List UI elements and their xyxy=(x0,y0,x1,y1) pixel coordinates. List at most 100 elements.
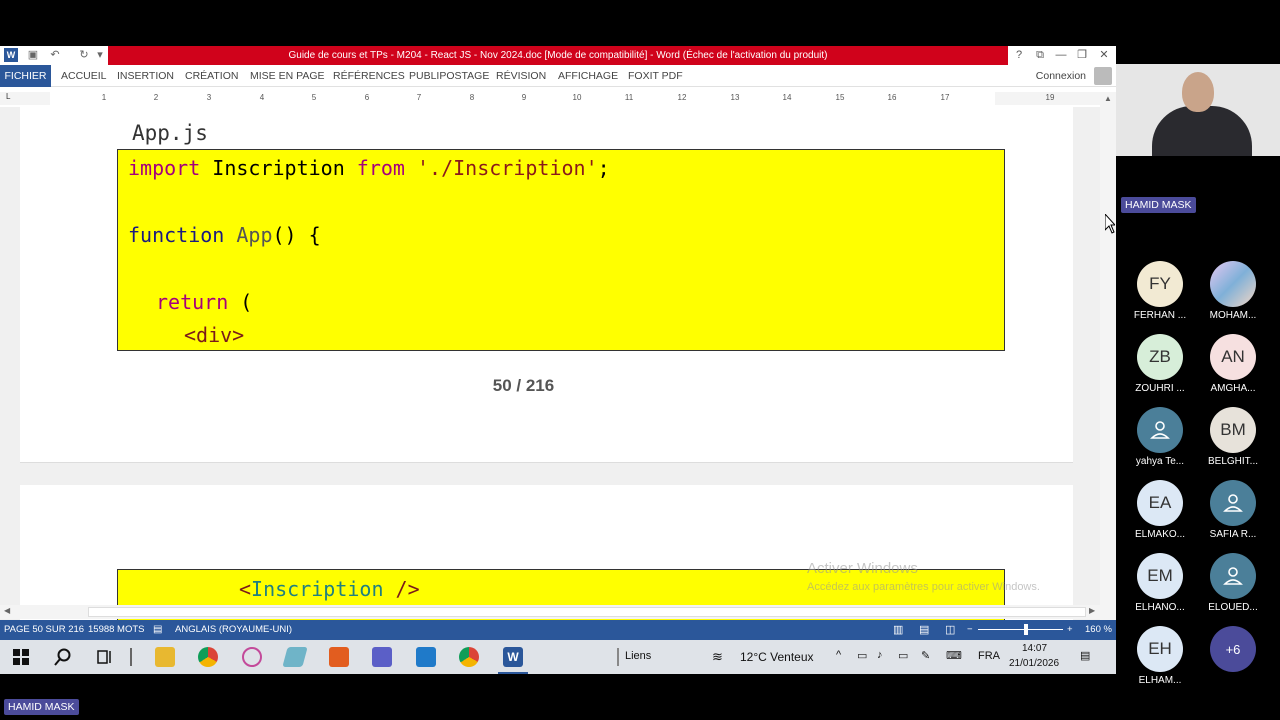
ribbon-display-icon[interactable]: ⧉ xyxy=(1031,47,1049,63)
scroll-right-icon[interactable]: ▶ xyxy=(1089,606,1095,615)
word-count-status[interactable]: 15988 MOTS xyxy=(88,620,145,640)
volume-icon[interactable]: ♪ xyxy=(877,649,883,661)
word-window: W ▣ ↶ ↻ ▾ Guide de cours et TPs - M204 -… xyxy=(0,46,1116,674)
input-language[interactable]: FRA xyxy=(978,650,1000,662)
participant-tile[interactable]: ELOUED... xyxy=(1198,553,1268,613)
tab-accueil[interactable]: ACCUEIL xyxy=(61,65,107,87)
participant-tile[interactable]: +6 xyxy=(1198,626,1268,672)
scroll-left-icon[interactable]: ◀ xyxy=(4,606,10,615)
participant-tile[interactable]: EM ELHANO... xyxy=(1125,553,1195,613)
links-toolbar[interactable]: Liens xyxy=(625,650,651,662)
participant-avatar[interactable]: BM xyxy=(1210,407,1256,453)
participant-avatar[interactable]: AN xyxy=(1210,334,1256,380)
tab-fichier[interactable]: FICHIER xyxy=(0,65,51,87)
presenter-name-tag: HAMID MASK xyxy=(1121,197,1196,213)
presenter-video xyxy=(1116,64,1280,156)
tab-affichage[interactable]: AFFICHAGE xyxy=(558,65,618,87)
participant-tile[interactable]: yahya Te... xyxy=(1125,407,1195,467)
participant-tile[interactable]: ZB ZOUHRI ... xyxy=(1125,334,1195,394)
zoom-slider-knob[interactable] xyxy=(1024,624,1028,635)
undo-icon[interactable]: ↶ xyxy=(48,48,62,62)
tray-icon[interactable]: ▭ xyxy=(857,649,867,662)
weather-text[interactable]: 12°C Venteux xyxy=(740,650,814,664)
participant-avatar[interactable]: EM xyxy=(1137,553,1183,599)
chevron-up-icon[interactable]: ^ xyxy=(836,649,841,661)
participant-avatar[interactable]: FY xyxy=(1137,261,1183,307)
participant-avatar[interactable]: ZB xyxy=(1137,334,1183,380)
qat-customize-icon[interactable]: ▾ xyxy=(96,48,104,62)
vertical-scrollbar[interactable]: ▲ ▼ xyxy=(1100,92,1116,651)
clock-time[interactable]: 14:07 xyxy=(1022,643,1047,654)
keyboard-icon[interactable]: ⌨ xyxy=(946,649,962,662)
more-participants-button[interactable]: +6 xyxy=(1210,626,1256,672)
web-layout-icon[interactable]: ◫ xyxy=(945,620,955,640)
taskbar-divider xyxy=(130,648,132,666)
ruler-number: 4 xyxy=(259,93,265,102)
tab-references[interactable]: RÉFÉRENCES xyxy=(333,65,405,87)
minimize-button[interactable]: — xyxy=(1052,47,1070,63)
tab-revision[interactable]: RÉVISION xyxy=(496,65,546,87)
participant-tile[interactable]: EA ELMAKO... xyxy=(1125,480,1195,540)
language-status[interactable]: ANGLAIS (ROYAUME-UNI) xyxy=(175,620,292,640)
ruler-number: 7 xyxy=(416,93,422,102)
tab-mise-en-page[interactable]: MISE EN PAGE xyxy=(250,65,325,87)
tab-creation[interactable]: CRÉATION xyxy=(185,65,238,87)
participant-tile[interactable]: AN AMGHA... xyxy=(1198,334,1268,394)
sign-in-link[interactable]: Connexion xyxy=(1036,65,1086,87)
notification-icon[interactable]: ▤ xyxy=(1080,649,1090,662)
participant-avatar[interactable]: EA xyxy=(1137,480,1183,526)
user-avatar-icon[interactable] xyxy=(1094,67,1112,85)
participant-tile[interactable]: EH ELHAM... xyxy=(1125,626,1195,686)
vscode-icon[interactable] xyxy=(416,647,436,667)
scroll-thumb[interactable] xyxy=(88,607,1086,617)
chrome-icon[interactable] xyxy=(459,647,479,667)
save-icon[interactable]: ▣ xyxy=(26,48,40,62)
participant-avatar[interactable]: EH xyxy=(1137,626,1183,672)
tab-selector-icon[interactable]: L xyxy=(6,92,10,101)
page-count-status[interactable]: PAGE 50 SUR 216 xyxy=(4,620,84,640)
zoom-in-icon[interactable]: + xyxy=(1067,620,1073,640)
zoom-out-icon[interactable]: − xyxy=(967,620,973,640)
participant-avatar[interactable] xyxy=(1210,261,1256,307)
tab-insertion[interactable]: INSERTION xyxy=(117,65,174,87)
file-explorer-icon[interactable] xyxy=(155,647,175,667)
redo-icon[interactable]: ↻ xyxy=(77,48,91,62)
zoom-level[interactable]: 160 % xyxy=(1085,620,1112,640)
teams-icon[interactable] xyxy=(372,647,392,667)
windows-start-icon[interactable] xyxy=(11,647,31,667)
snipping-tool-icon[interactable] xyxy=(242,647,262,667)
clock-date[interactable]: 21/01/2026 xyxy=(1009,658,1059,669)
participant-tile[interactable]: FY FERHAN ... xyxy=(1125,261,1195,321)
participant-avatar[interactable] xyxy=(1210,553,1256,599)
network-icon[interactable]: ▭ xyxy=(898,649,908,662)
code-file-title: App.js xyxy=(132,121,208,145)
print-layout-icon[interactable]: ▤ xyxy=(919,620,929,640)
document-page: App.js import Inscription from './Inscri… xyxy=(20,107,1073,463)
restore-button[interactable]: ❐ xyxy=(1073,47,1091,63)
participant-tile[interactable]: SAFIA R... xyxy=(1198,480,1268,540)
close-button[interactable]: ✕ xyxy=(1095,47,1113,63)
help-icon[interactable]: ? xyxy=(1010,47,1028,63)
code-line: function App() { xyxy=(128,223,321,247)
chrome-icon[interactable] xyxy=(198,647,218,667)
weather-icon[interactable]: ≋ xyxy=(712,649,723,665)
horizontal-scrollbar[interactable]: ◀ ▶ xyxy=(0,605,1100,619)
search-icon[interactable] xyxy=(52,647,72,667)
participant-avatar[interactable] xyxy=(1210,480,1256,526)
app-icon[interactable] xyxy=(282,647,308,667)
word-icon[interactable]: W xyxy=(503,647,523,667)
participant-tile[interactable]: MOHAM... xyxy=(1198,261,1268,321)
zoom-slider[interactable] xyxy=(978,629,1063,630)
active-app-indicator xyxy=(498,672,528,674)
pen-icon[interactable]: ✎ xyxy=(921,649,930,662)
read-mode-icon[interactable]: ▥ xyxy=(893,620,903,640)
scroll-up-icon[interactable]: ▲ xyxy=(1104,94,1112,103)
foxit-reader-icon[interactable] xyxy=(329,647,349,667)
proofing-icon[interactable]: ▤ xyxy=(153,620,162,640)
participant-tile[interactable]: BM BELGHIT... xyxy=(1198,407,1268,467)
tab-publipostage[interactable]: PUBLIPOSTAGE xyxy=(409,65,489,87)
task-view-icon[interactable] xyxy=(95,647,115,667)
ribbon-tabs: FICHIER ACCUEIL INSERTION CRÉATION MISE … xyxy=(0,65,1116,87)
participant-avatar[interactable] xyxy=(1137,407,1183,453)
tab-foxit-pdf[interactable]: FOXIT PDF xyxy=(628,65,683,87)
